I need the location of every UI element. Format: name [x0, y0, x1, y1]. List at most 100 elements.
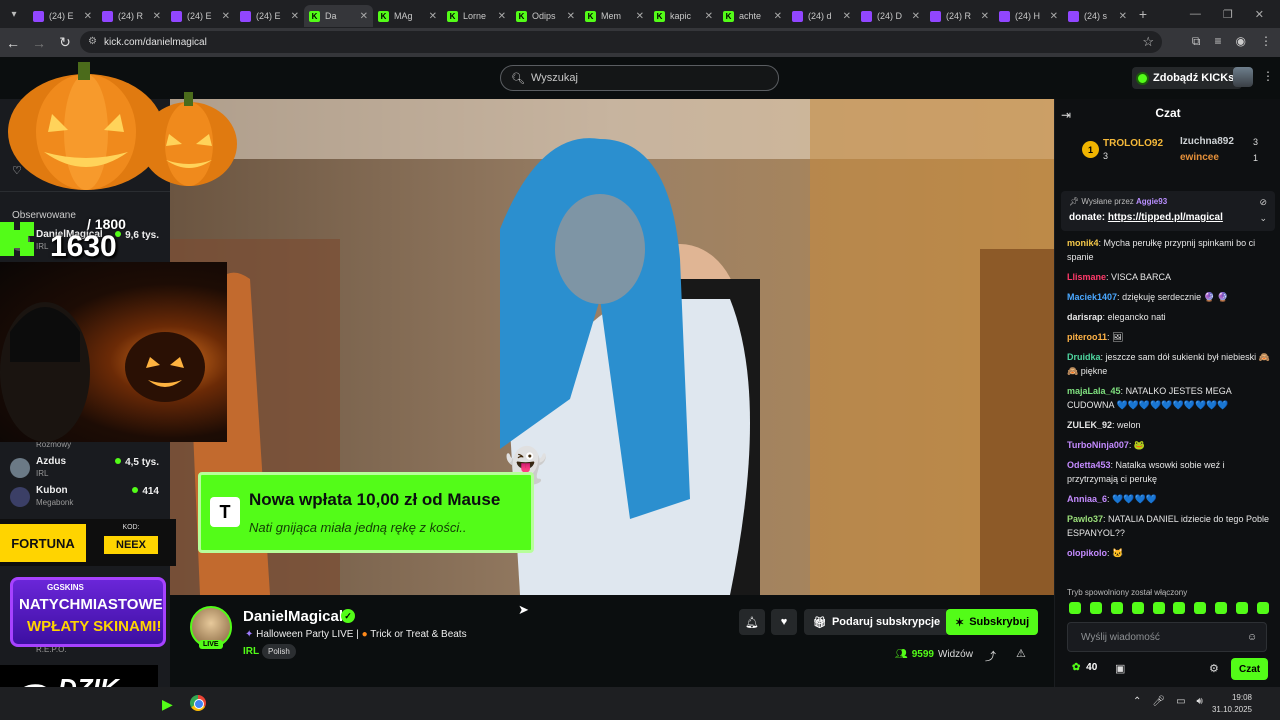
- chat-username[interactable]: Anniaa_6: [1067, 494, 1107, 504]
- channel-points[interactable]: ✿ 40: [1072, 662, 1097, 673]
- back-button[interactable]: ←: [0, 35, 26, 51]
- tab-close-icon[interactable]: ✕: [843, 11, 851, 22]
- chat-input[interactable]: [1067, 622, 1267, 652]
- browser-menu-icon[interactable]: ⋮: [1260, 34, 1272, 49]
- chat-send-button[interactable]: Czat: [1231, 658, 1269, 680]
- maximize-button[interactable]: ❐: [1223, 8, 1233, 21]
- tab-close-icon[interactable]: ✕: [429, 11, 437, 22]
- tab-close-icon[interactable]: ✕: [360, 11, 368, 22]
- report-icon[interactable]: ⚠: [1016, 647, 1026, 660]
- browser-tab[interactable]: (24) D ✕: [856, 5, 925, 27]
- site-info-icon[interactable]: ⚙: [88, 36, 97, 47]
- tray-chevron-icon[interactable]: ⌃: [1133, 696, 1141, 707]
- clock-date[interactable]: 31.10.2025: [1208, 705, 1252, 714]
- leaderboard-second-name[interactable]: Izuchna892: [1180, 136, 1234, 147]
- chat-username[interactable]: monik4: [1067, 238, 1099, 248]
- tab-close-icon[interactable]: ✕: [705, 11, 713, 22]
- share-icon[interactable]: ⤴: [985, 648, 996, 664]
- tab-close-icon[interactable]: ✕: [1119, 11, 1127, 22]
- pinned-link[interactable]: https://tipped.pl/magical: [1108, 212, 1223, 223]
- clock-time[interactable]: 19:08: [1218, 693, 1252, 702]
- chat-gift-icon[interactable]: ▣: [1115, 662, 1125, 675]
- notification-bell-button[interactable]: 🔔︎: [739, 609, 765, 635]
- category-link[interactable]: IRL: [243, 646, 259, 657]
- taskbar-chrome-icon[interactable]: [190, 695, 206, 711]
- tab-close-icon[interactable]: ✕: [153, 11, 161, 22]
- browser-tab[interactable]: K Da ✕: [304, 5, 373, 27]
- sidebar-user-kubon[interactable]: Kubon Megabonk 414: [10, 485, 165, 513]
- browser-tab[interactable]: Kachte ✕: [718, 5, 787, 27]
- volume-icon[interactable]: 🔊︎: [1197, 696, 1203, 707]
- tab-search-button[interactable]: ▾: [0, 0, 28, 28]
- chat-username[interactable]: darisrap: [1067, 312, 1103, 322]
- pinned-sent-by-user[interactable]: Aggie93: [1136, 197, 1167, 206]
- chat-username[interactable]: TurboNinja007: [1067, 440, 1129, 450]
- extensions-icon[interactable]: ⧉: [1192, 34, 1201, 49]
- chevron-down-icon[interactable]: ⌄: [1259, 213, 1267, 224]
- emoji-picker-icon[interactable]: ☺: [1247, 632, 1257, 643]
- network-icon[interactable]: ▭: [1176, 696, 1185, 707]
- emote-icon[interactable]: [1256, 602, 1269, 614]
- forward-button[interactable]: →: [26, 35, 52, 51]
- chat-settings-icon[interactable]: ⚙: [1209, 662, 1219, 675]
- chat-username[interactable]: Pawlo37: [1067, 514, 1103, 524]
- emote-icon[interactable]: [1069, 602, 1081, 614]
- tab-close-icon[interactable]: ✕: [774, 11, 782, 22]
- chat-collapse-icon[interactable]: ⇥: [1061, 108, 1071, 122]
- tag-polish[interactable]: Polish: [262, 644, 296, 659]
- browser-tab[interactable]: K Lorne ✕: [442, 5, 511, 27]
- chat-username[interactable]: Odetta453: [1067, 460, 1111, 470]
- profile-icon[interactable]: ◉: [1236, 34, 1246, 49]
- browser-tab[interactable]: (24) E ✕: [166, 5, 235, 27]
- tab-close-icon[interactable]: ✕: [981, 11, 989, 22]
- search-box[interactable]: 🔍︎: [500, 65, 779, 91]
- browser-tab[interactable]: (24) s ✕: [1063, 5, 1132, 27]
- chat-username[interactable]: Llismane: [1067, 272, 1106, 282]
- emote-icon[interactable]: [1131, 602, 1144, 614]
- tab-close-icon[interactable]: ✕: [84, 11, 92, 22]
- chat-username[interactable]: Maciek1407: [1067, 292, 1117, 302]
- browser-tab[interactable]: K Mem ✕: [580, 5, 649, 27]
- browser-tab[interactable]: (24) R ✕: [97, 5, 166, 27]
- sidebar-user-azdus[interactable]: Azdus IRL 4,5 tys.: [10, 456, 165, 484]
- browser-tab[interactable]: Kkapic ✕: [649, 5, 718, 27]
- chat-username[interactable]: ZULEK_92: [1067, 420, 1112, 430]
- address-bar[interactable]: ⚙ kick.com/danielmagical ☆: [80, 31, 1162, 53]
- emote-icon[interactable]: [1236, 602, 1248, 614]
- follow-heart-button[interactable]: ♥: [771, 609, 797, 635]
- more-menu-icon[interactable]: ⋮: [1262, 69, 1274, 83]
- browser-tab[interactable]: (24) H ✕: [994, 5, 1063, 27]
- browser-tab[interactable]: K Odips ✕: [511, 5, 580, 27]
- emote-icon[interactable]: [1110, 602, 1123, 614]
- leaderboard-first-name[interactable]: TROLOLO92: [1103, 138, 1163, 149]
- search-input[interactable]: [530, 72, 761, 84]
- reload-button[interactable]: ↻: [52, 34, 78, 51]
- emote-icon[interactable]: [1215, 602, 1228, 614]
- emote-icon[interactable]: [1089, 602, 1102, 614]
- tab-close-icon[interactable]: ✕: [222, 11, 230, 22]
- browser-tab[interactable]: (24) E ✕: [28, 5, 97, 27]
- tab-close-icon[interactable]: ✕: [291, 11, 299, 22]
- tab-close-icon[interactable]: ✕: [498, 11, 506, 22]
- browser-tab[interactable]: (24) d ✕: [787, 5, 856, 27]
- close-window-button[interactable]: ✕: [1255, 8, 1264, 21]
- bookmark-star-icon[interactable]: ☆: [1142, 34, 1154, 50]
- browser-tab[interactable]: (24) E ✕: [235, 5, 304, 27]
- tab-close-icon[interactable]: ✕: [636, 11, 644, 22]
- chat-username[interactable]: majaLala_45: [1067, 386, 1121, 396]
- minimize-button[interactable]: —: [1190, 8, 1201, 21]
- streamer-name[interactable]: DanielMagical: [243, 608, 343, 625]
- chat-username[interactable]: piteroo11: [1067, 332, 1107, 342]
- leaderboard-third-name[interactable]: ewincee: [1180, 152, 1219, 163]
- chat-username[interactable]: Druidka: [1067, 352, 1101, 362]
- new-tab-button[interactable]: +: [1132, 6, 1154, 22]
- emote-icon[interactable]: [1173, 602, 1186, 614]
- subscribe-button[interactable]: ✶ Subskrybuj: [946, 609, 1039, 635]
- tab-close-icon[interactable]: ✕: [567, 11, 575, 22]
- media-control-icon[interactable]: ≡: [1215, 34, 1222, 49]
- browser-tab[interactable]: (24) R ✕: [925, 5, 994, 27]
- microphone-icon[interactable]: 🎤︎: [1152, 696, 1165, 707]
- unpin-icon[interactable]: ⊘: [1259, 197, 1267, 208]
- taskbar-app-icon[interactable]: ▶: [162, 696, 173, 713]
- browser-tab[interactable]: K MAg ✕: [373, 5, 442, 27]
